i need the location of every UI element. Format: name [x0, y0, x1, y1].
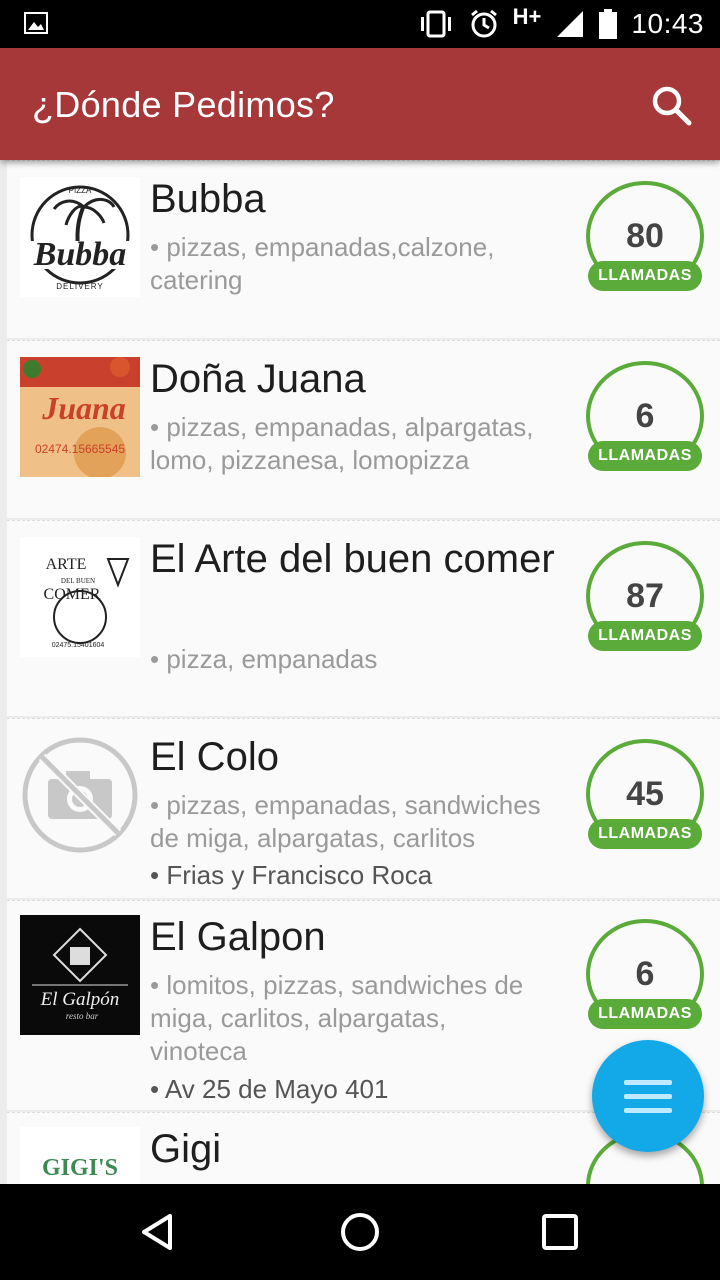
galpon-logo-image: El Galpón resto bar: [20, 915, 140, 1035]
calls-count: 80: [626, 217, 664, 255]
search-icon[interactable]: [648, 82, 696, 130]
status-bar: H+ 10:43: [0, 0, 720, 48]
restaurant-card[interactable]: El Colo • pizzas, empanadas, sandwiches …: [7, 718, 720, 898]
calls-count: 45: [626, 775, 664, 813]
calls-count: 6: [635, 397, 655, 435]
battery-icon: [599, 9, 618, 39]
menu-fab-button[interactable]: [592, 1040, 704, 1152]
restaurant-name: El Arte del buen comer: [150, 537, 555, 581]
back-icon[interactable]: [136, 1208, 184, 1256]
calls-badge: 87 LLAMADAS: [586, 541, 704, 651]
logo-sub-text: DELIVERY: [56, 282, 103, 291]
restaurant-name: Doña Juana: [150, 357, 366, 401]
restaurant-logo: PIZZA Bubba DELIVERY: [20, 177, 140, 297]
logo-phone-text: 02474.15665545: [35, 442, 125, 456]
restaurant-card[interactable]: Juana 02474.15665545 Doña Juana • pizzas…: [7, 340, 720, 518]
restaurant-address: • Frias y Francisco Roca: [150, 860, 433, 890]
restaurant-tags: • lomitos, pizzas, sandwiches de miga, c…: [150, 970, 524, 1066]
logo-brand-text: GIGI'S: [42, 1155, 118, 1181]
signal-icon: [557, 11, 584, 37]
calls-badge: 6 LLAMADAS: [586, 919, 704, 1029]
calls-count: 87: [626, 577, 664, 615]
home-icon[interactable]: [336, 1208, 384, 1256]
restaurant-tags: • pizzas, empanadas, sandwiches de miga,…: [150, 790, 541, 853]
logo-line2: DEL BUEN: [61, 577, 95, 585]
restaurant-name: Bubba: [150, 177, 266, 221]
restaurant-logo: ARTE DEL BUEN COMER 02475.15401604: [20, 537, 140, 657]
calls-label: LLAMADAS: [588, 441, 702, 471]
restaurant-logo: Juana 02474.15665545: [20, 357, 140, 477]
restaurant-list[interactable]: PIZZA Bubba DELIVERY Bubba • pizzas, emp…: [0, 160, 720, 1184]
restaurant-name: El Colo: [150, 735, 279, 779]
restaurant-address: • Av 25 de Mayo 401: [150, 1074, 389, 1104]
restaurant-name: El Galpon: [150, 915, 326, 959]
no-camera-icon: [22, 737, 138, 853]
calls-badge: 6 LLAMADAS: [586, 361, 704, 471]
calls-label: LLAMADAS: [588, 999, 702, 1029]
gigi-logo-image: GIGI'S: [42, 1155, 118, 1181]
restaurant-name: Gigi: [150, 1127, 222, 1171]
calls-count: 6: [635, 955, 655, 993]
logo-line3: COMER: [44, 586, 101, 603]
restaurant-logo: [20, 735, 140, 855]
logo-line1: ARTE: [46, 556, 87, 573]
restaurant-logo: El Galpón resto bar: [20, 915, 140, 1035]
juana-logo-image: Juana 02474.15665545: [20, 357, 140, 477]
calls-badge: 80 LLAMADAS: [586, 181, 704, 291]
restaurant-card[interactable]: ARTE DEL BUEN COMER 02475.15401604 El Ar…: [7, 520, 720, 716]
image-icon: [24, 12, 48, 34]
app-bar: ¿Dónde Pedimos?: [0, 48, 720, 160]
logo-brand-text: Bubba: [33, 236, 127, 273]
recents-icon[interactable]: [536, 1208, 584, 1256]
calls-label: LLAMADAS: [588, 621, 702, 651]
logo-brand-text: El Galpón: [40, 989, 120, 1010]
restaurant-tags: • pizza, empanadas: [150, 644, 378, 674]
logo-phone-text: 02475.15401604: [52, 642, 105, 649]
restaurant-logo: GIGI'S: [20, 1127, 140, 1184]
alarm-icon: [470, 9, 497, 38]
logo-sub-text: resto bar: [66, 1011, 99, 1021]
status-time: 10:43: [631, 8, 704, 39]
logo-pizza-text: PIZZA: [69, 186, 92, 195]
calls-badge: 45 LLAMADAS: [586, 739, 704, 849]
logo-brand-text: Juana: [41, 390, 126, 426]
restaurant-card[interactable]: PIZZA Bubba DELIVERY Bubba • pizzas, emp…: [7, 160, 720, 338]
calls-label: LLAMADAS: [588, 819, 702, 849]
navigation-bar: [0, 1184, 720, 1280]
restaurant-tags: • pizzas, empanadas, alpargatas, lomo, p…: [150, 412, 534, 475]
network-type: H+: [512, 4, 542, 29]
app-title: ¿Dónde Pedimos?: [32, 84, 335, 125]
arte-logo-image: ARTE DEL BUEN COMER 02475.15401604: [44, 556, 130, 649]
restaurant-tags: • pizzas, empanadas,calzone, catering: [150, 232, 495, 295]
calls-label: LLAMADAS: [588, 261, 702, 291]
bubba-logo-image: PIZZA Bubba DELIVERY: [30, 185, 130, 291]
vibrate-icon: [420, 10, 451, 38]
